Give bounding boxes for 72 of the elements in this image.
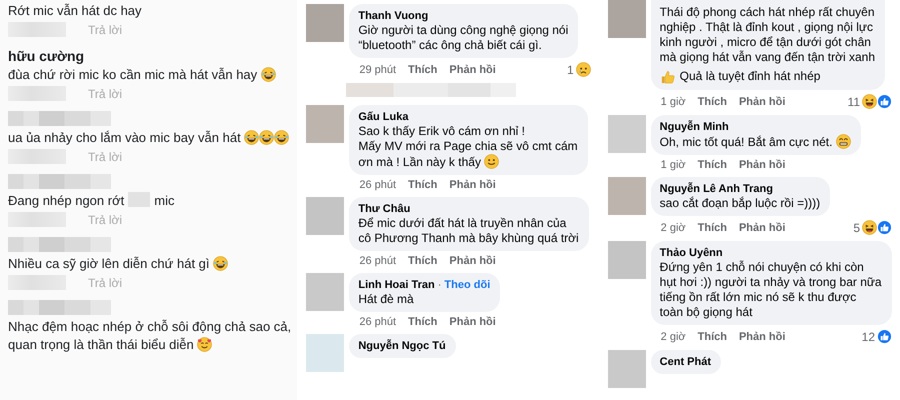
timestamp: 2 giờ bbox=[660, 222, 686, 234]
blurred-avatar[interactable] bbox=[608, 241, 646, 279]
author-name[interactable]: Nguyễn Lê Anh Trang bbox=[660, 182, 773, 196]
blurred-avatar[interactable] bbox=[306, 4, 344, 42]
reply-link[interactable]: Phản hồi bbox=[449, 255, 496, 267]
comment-text: Đang nhép ngon rớt bbox=[8, 193, 124, 208]
like-link[interactable]: Thích bbox=[408, 316, 438, 328]
blurred-avatar[interactable] bbox=[608, 350, 646, 388]
reaction-count: 5 bbox=[853, 220, 860, 234]
author-name[interactable]: Nguyễn Ngọc Tú bbox=[358, 339, 446, 353]
like-link[interactable]: Thích bbox=[698, 330, 727, 342]
timestamp: 26 phút bbox=[359, 179, 396, 191]
author-name[interactable]: hữu cường bbox=[8, 47, 298, 66]
timestamp: 26 phút bbox=[359, 316, 396, 328]
author-name[interactable]: Thanh Vuong bbox=[358, 9, 428, 23]
comment-text: Đứng yên 1 chỗ nói chuyện có khi còn hụt hơi :)) người ta nhảy và trong bar nữa tiếng ồn rất lớn mic nó sẽ k thu được toàn bộ giọng hát bbox=[660, 260, 882, 319]
comment-text: ua ủa nhảy cho lắm vào mic bay vẫn hát bbox=[8, 130, 241, 145]
blurred-avatar[interactable] bbox=[608, 115, 646, 153]
like-link[interactable]: Thích bbox=[408, 64, 438, 76]
like-link[interactable]: Thích bbox=[698, 159, 727, 171]
reply-link[interactable]: Phản hồi bbox=[449, 179, 496, 191]
comment-text: sao cắt đoạn bắp luộc rồi =)))) bbox=[660, 196, 820, 210]
comment-text: Nhiều ca sỹ giờ lên diễn chứ hát gì bbox=[8, 256, 210, 271]
like-link[interactable]: Thích bbox=[408, 179, 438, 191]
comment-text: Quả là tuyệt đỉnh hát nhép bbox=[680, 68, 820, 85]
reaction-count: 11 bbox=[848, 94, 860, 108]
comment-text: Sao k thấy Erik vô cám ơn nhỉ ! Mấy MV mới ra Page chia sẽ vô cmt cám ơn mà ! Lần này k thấy bbox=[358, 124, 578, 169]
comment-text: Thái độ phong cách hát nhép rất chuyên nghiệp . Thật là đỉnh kout , giọng nội lực kinh người , micro để tận dưới gót chân mà giọng hát vẫn vang đến tận trời xanh bbox=[660, 5, 876, 64]
like-link[interactable]: Thích bbox=[698, 96, 727, 108]
author-name[interactable]: Gấu Luka bbox=[358, 110, 408, 124]
author-name[interactable]: Thư Châu bbox=[358, 202, 410, 216]
reply-link[interactable]: Phản hồi bbox=[738, 96, 786, 108]
timestamp: 1 giờ bbox=[660, 96, 686, 108]
timestamp: 1 giờ bbox=[660, 159, 686, 171]
blurred-time bbox=[8, 22, 66, 37]
timestamp: 29 phút bbox=[359, 64, 396, 76]
timestamp: 26 phút bbox=[359, 255, 396, 267]
author-name[interactable]: Cent Phát bbox=[660, 355, 712, 369]
author-name[interactable]: Linh Hoai Tran bbox=[358, 278, 435, 292]
comment-text: Hát đè mà bbox=[358, 292, 414, 306]
timestamp: 2 giờ bbox=[660, 330, 686, 342]
comment-text: mic bbox=[154, 193, 174, 208]
blurred-time bbox=[8, 149, 66, 164]
reply-link[interactable]: Phản hồi bbox=[449, 316, 496, 328]
comment-text: Giờ người ta dùng công nghệ giọng nói “bluetooth” các ông chả biết cái gì. bbox=[358, 23, 568, 52]
blurred-word bbox=[128, 192, 150, 207]
comment-text: Oh, mic tốt quá! Bắt âm cực nét. bbox=[660, 135, 832, 149]
comment-text: đùa chứ rời mic ko cần mic mà hát vẫn hay bbox=[8, 67, 258, 82]
author-name[interactable]: Nguyễn Minh bbox=[660, 120, 729, 134]
reply-link[interactable]: Phản hồi bbox=[738, 330, 786, 342]
like-link[interactable]: Thích bbox=[408, 255, 438, 267]
comment-text: Nhạc đệm hoạc nhép ở chỗ sôi động chả sao cả, quan trọng là thần thái biểu diễn bbox=[8, 319, 292, 352]
blurred-avatar[interactable] bbox=[306, 273, 344, 311]
blurred-avatar[interactable] bbox=[306, 105, 344, 143]
blurred-avatar[interactable] bbox=[306, 197, 344, 235]
reply-link[interactable]: Phản hồi bbox=[738, 222, 786, 234]
blurred-avatar[interactable] bbox=[608, 177, 646, 215]
reply-link[interactable]: Phản hồi bbox=[738, 159, 786, 171]
comment-text: Rớt mic vẫn hát dc hay bbox=[8, 3, 142, 18]
separator-dot: · bbox=[438, 278, 442, 292]
blurred-avatar[interactable] bbox=[608, 0, 646, 38]
follow-link[interactable]: Theo dõi bbox=[444, 278, 490, 292]
blurred-time bbox=[8, 212, 66, 227]
reaction-count: 12 bbox=[862, 330, 875, 344]
blurred-time bbox=[8, 275, 66, 290]
reaction-count: 1 bbox=[566, 62, 574, 76]
like-link[interactable]: Thích bbox=[698, 222, 727, 234]
blurred-avatar[interactable] bbox=[306, 334, 344, 372]
reply-link[interactable]: Phản hồi bbox=[449, 64, 496, 76]
author-name[interactable]: Thảo Uyênn bbox=[660, 246, 723, 260]
comment-text: Để mic dưới đất hát là truyền nhân của cô Phương Thanh mà bây khùng quá trời bbox=[358, 216, 579, 245]
blurred-time bbox=[8, 86, 66, 101]
